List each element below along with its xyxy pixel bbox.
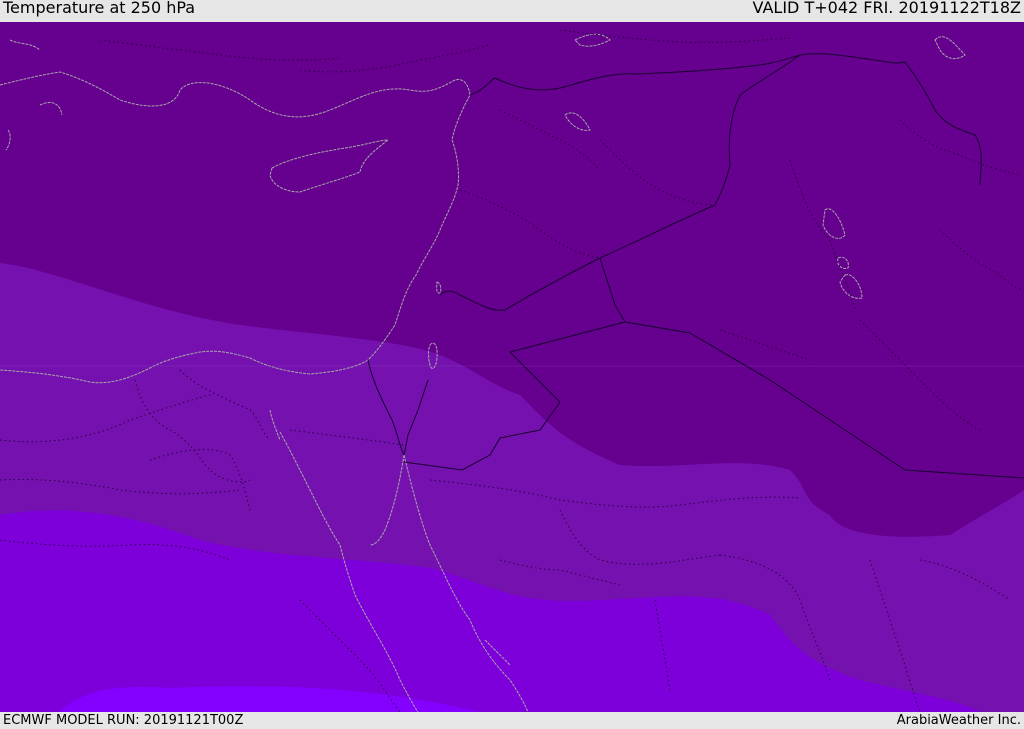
- valid-time: VALID T+042 FRI. 20191122T18Z: [752, 0, 1021, 17]
- map-header: Temperature at 250 hPa VALID T+042 FRI. …: [0, 0, 1024, 22]
- map-title: Temperature at 250 hPa: [3, 0, 196, 17]
- model-run: ECMWF MODEL RUN: 20191121T00Z: [3, 713, 244, 728]
- weather-map[interactable]: [0, 22, 1024, 712]
- credit-text: ArabiaWeather Inc.: [896, 713, 1021, 728]
- map-footer: ECMWF MODEL RUN: 20191121T00Z ArabiaWeat…: [0, 712, 1024, 729]
